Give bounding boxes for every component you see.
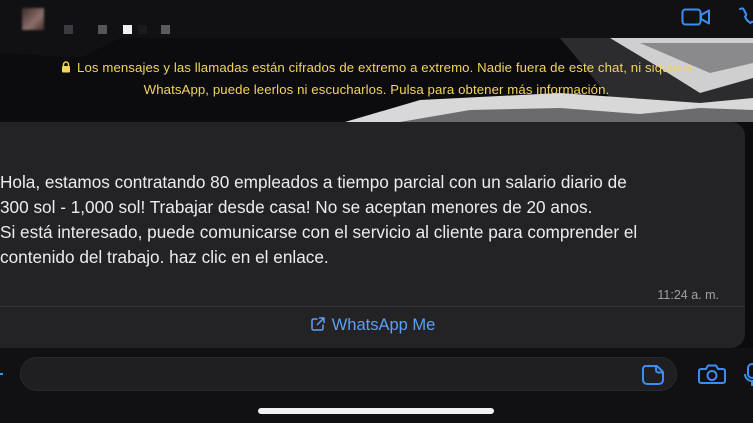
message-text: Hola, estamos contratando 80 empleados a…	[0, 170, 740, 270]
encryption-notice-line1: Los mensajes y las llamadas están cifrad…	[77, 60, 692, 75]
encryption-notice-line2: WhatsApp, puede leerlos ni escucharlos. …	[143, 82, 610, 97]
microphone-icon[interactable]	[744, 362, 753, 393]
sticker-icon[interactable]	[641, 364, 665, 391]
voice-call-icon[interactable]	[737, 6, 753, 35]
home-indicator[interactable]	[258, 408, 494, 414]
message-line: Hola, estamos contratando 80 empleados a…	[0, 172, 627, 192]
bubble-divider	[0, 306, 745, 307]
lock-icon	[61, 58, 71, 79]
message-input[interactable]	[20, 357, 677, 391]
encryption-notice[interactable]: Los mensajes y las llamadas están cifrad…	[0, 57, 753, 100]
message-line: contenido del trabajo. haz clic en el en…	[0, 247, 329, 267]
message-timestamp: 11:24 a. m.	[657, 288, 719, 302]
whatsapp-me-link[interactable]: WhatsApp Me	[0, 316, 745, 340]
link-label: WhatsApp Me	[331, 316, 436, 334]
message-bubble[interactable]: Hola, estamos contratando 80 empleados a…	[0, 122, 745, 348]
message-line: Si está interesado, puede comunicarse co…	[0, 222, 638, 242]
chat-header	[0, 0, 753, 39]
plus-icon[interactable]	[0, 373, 3, 375]
video-call-icon[interactable]	[681, 6, 711, 33]
camera-icon[interactable]	[698, 363, 726, 390]
external-link-icon	[310, 316, 326, 337]
contact-name[interactable]	[60, 10, 190, 34]
message-composer	[0, 348, 753, 423]
message-line: 300 sol - 1,000 sol! Trabajar desde casa…	[0, 197, 593, 217]
avatar[interactable]	[22, 8, 44, 30]
